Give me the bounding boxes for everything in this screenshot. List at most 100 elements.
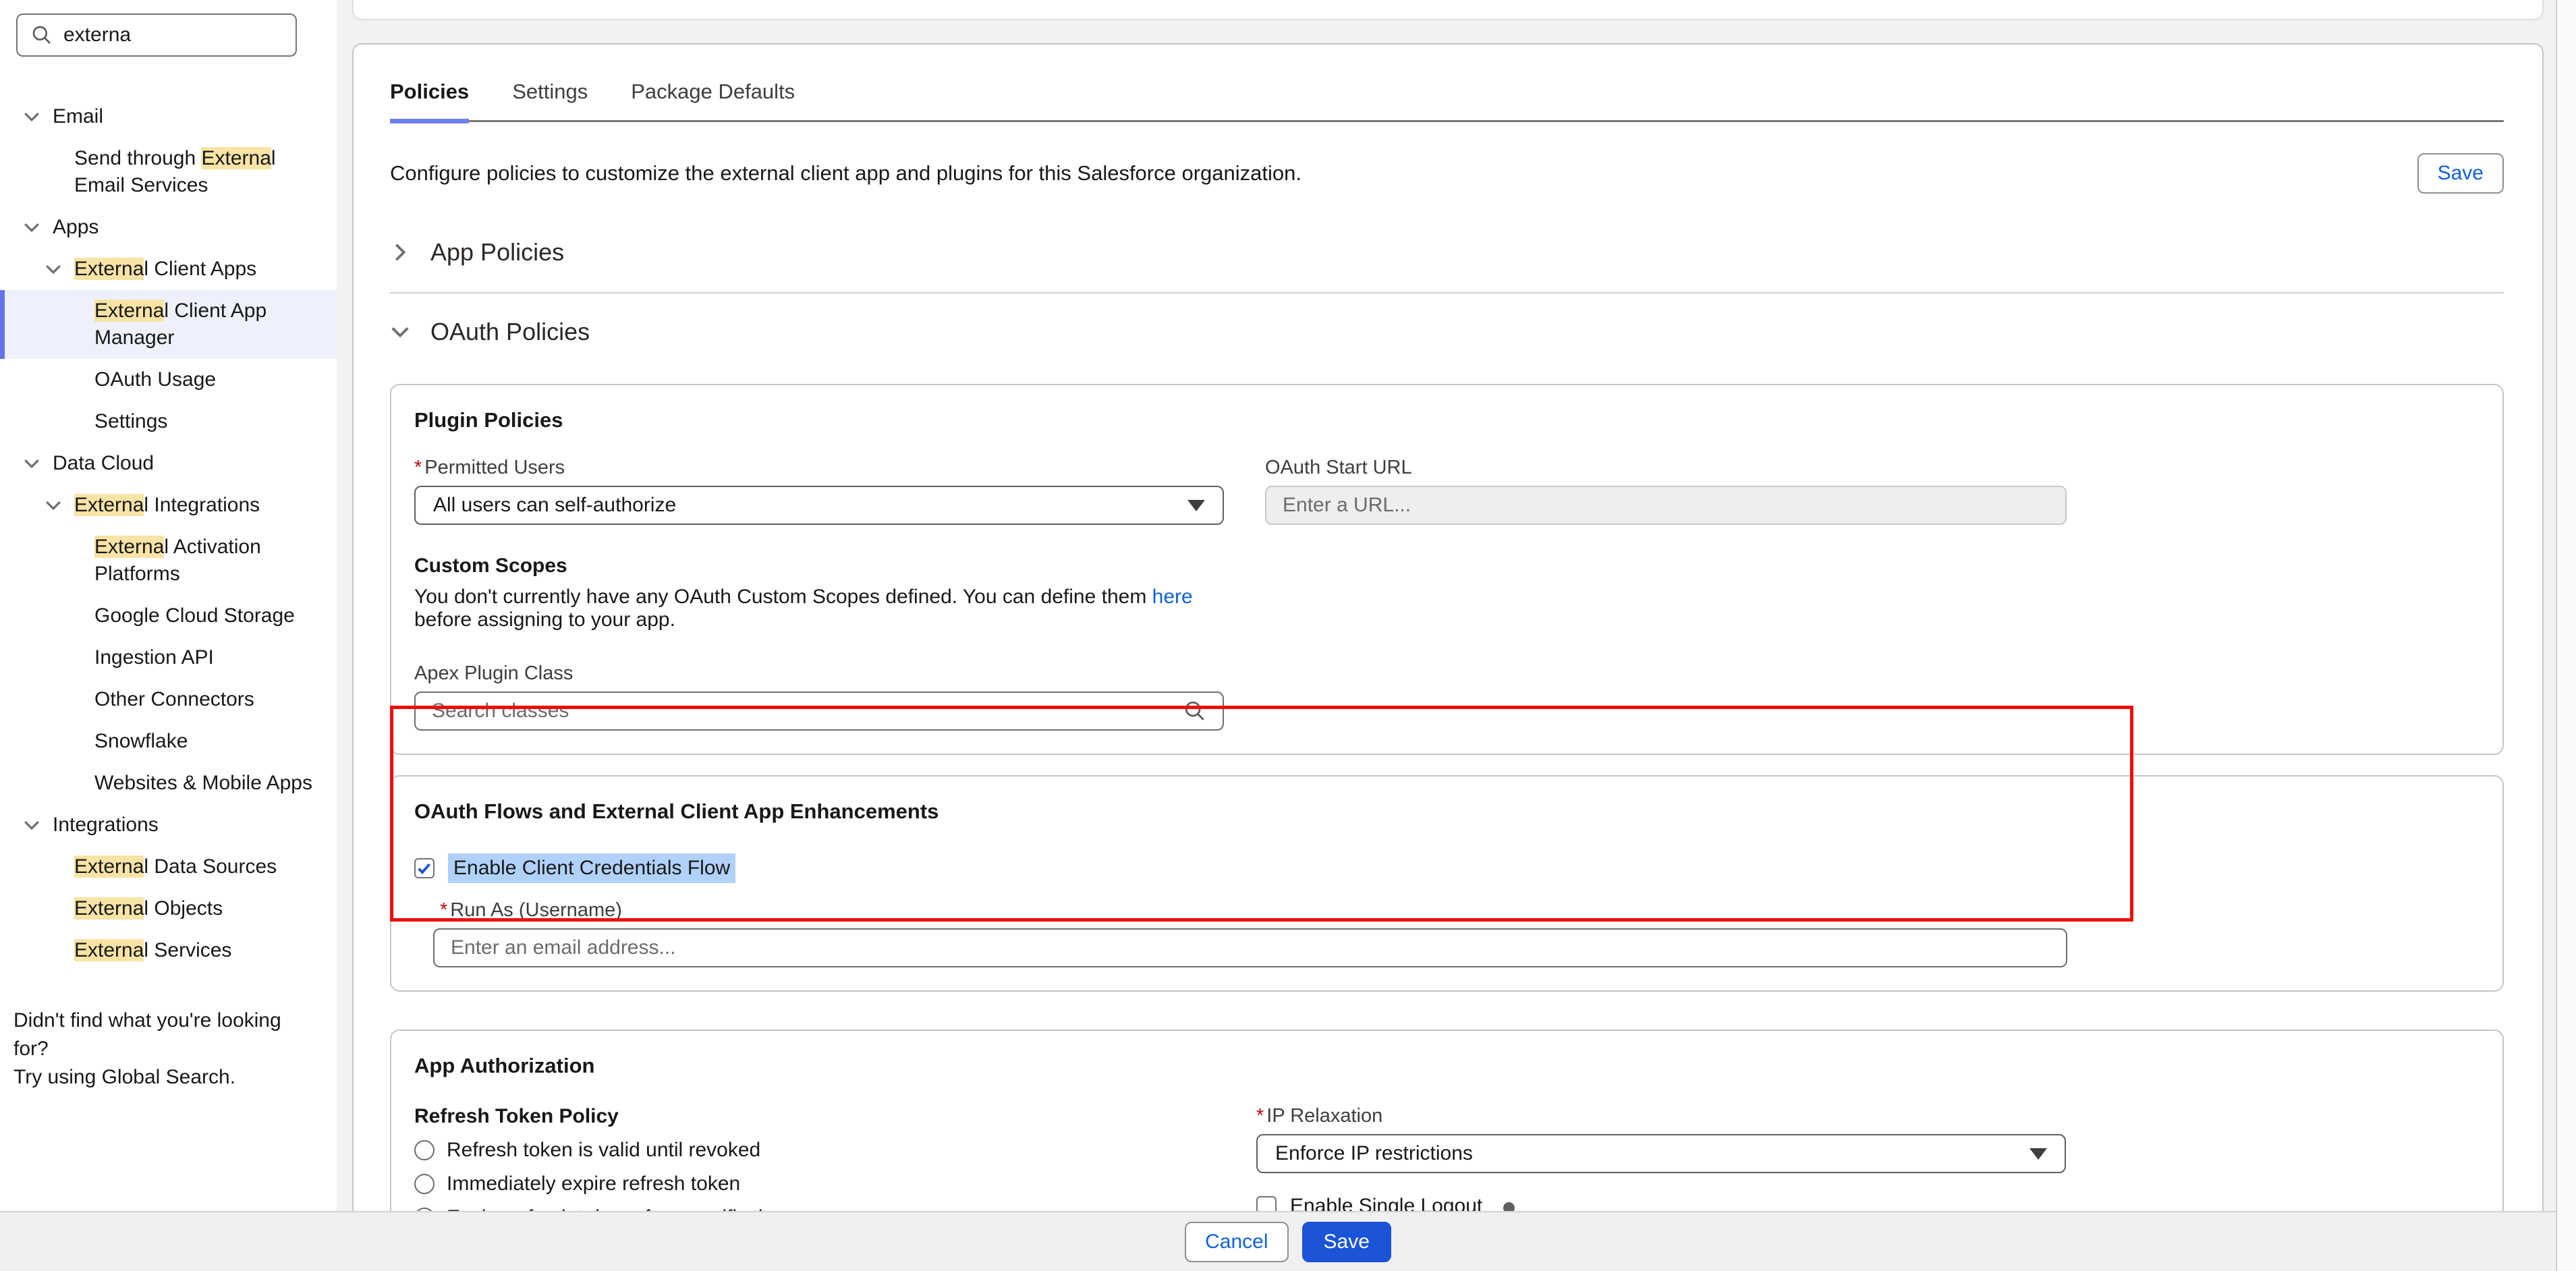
oauth-start-url-input: [1283, 494, 1972, 517]
tab-bar: Policies Settings Package Defaults: [390, 45, 2504, 122]
nav-label: Apps: [53, 214, 99, 241]
permitted-users-label: * Permitted Users: [414, 457, 1224, 479]
required-asterisk: *: [1256, 1105, 1264, 1127]
oauth-flows-card: OAuth Flows and External Client App Enha…: [390, 775, 2504, 992]
sidebar-item-other-connectors[interactable]: Other Connectors: [0, 679, 337, 721]
oauth-start-url-field: [1265, 486, 2067, 525]
sidebar-item-external-integrations[interactable]: External Integrations: [0, 484, 337, 526]
radio-valid-until-revoked[interactable]: Refresh token is valid until revoked: [414, 1139, 1224, 1162]
scopes-text-after: before assigning to your app.: [414, 609, 675, 631]
nav-label: External Services: [74, 937, 231, 964]
chevron-down-icon: [45, 497, 62, 514]
search-input[interactable]: [63, 24, 266, 47]
sidebar-item-external-data-sources[interactable]: External Data Sources: [0, 846, 337, 888]
sidebar-item-external-client-apps[interactable]: External Client Apps: [0, 248, 337, 290]
nav-label: External Client App Manager: [94, 298, 327, 351]
chevron-right-icon: [390, 242, 410, 262]
required-asterisk: *: [414, 457, 422, 479]
header-card-cutoff: [352, 0, 2544, 20]
nav-label: Google Cloud Storage: [94, 602, 295, 629]
refresh-token-policy-label: Refresh Token Policy: [414, 1105, 1224, 1128]
sidebar-item-external-services[interactable]: External Services: [0, 930, 337, 971]
nav-label: Other Connectors: [94, 686, 254, 713]
sidebar-item-external-activation-platforms[interactable]: External Activation Platforms: [0, 526, 337, 595]
oauth-start-url-label: OAuth Start URL: [1265, 457, 2067, 479]
selected-value: Enforce IP restrictions: [1275, 1142, 1473, 1165]
run-as-field: [433, 928, 2067, 967]
search-icon: [1183, 700, 1206, 723]
sidebar-item-oauth-usage[interactable]: OAuth Usage: [0, 359, 337, 401]
enable-ccf-checkbox[interactable]: [414, 858, 435, 878]
sidebar-item-external-objects[interactable]: External Objects: [0, 888, 337, 930]
chevron-down-icon: [390, 322, 410, 342]
chevron-down-icon: [23, 816, 40, 834]
dropdown-arrow-icon: [1187, 500, 1205, 511]
setup-sidebar: Email Send through External Email Servic…: [0, 0, 337, 1271]
ip-relaxation-select[interactable]: Enforce IP restrictions: [1256, 1134, 2066, 1173]
chevron-down-icon: [23, 455, 40, 472]
nav-label: Snowflake: [94, 728, 188, 755]
save-button[interactable]: Save: [1302, 1222, 1391, 1262]
define-scopes-link[interactable]: here: [1152, 586, 1193, 608]
nav-label: Send through External Email Services: [74, 145, 327, 199]
nav-label: External Client Apps: [74, 256, 256, 283]
nav-label: OAuth Usage: [94, 366, 216, 393]
page-description: Configure policies to customize the exte…: [390, 161, 1301, 186]
main-panel: Policies Settings Package Defaults Confi…: [352, 43, 2544, 1271]
sidebar-item-websites-mobile-apps[interactable]: Websites & Mobile Apps: [0, 762, 337, 804]
nav-label: Settings: [94, 408, 167, 435]
sidebar-item-email[interactable]: Email: [0, 96, 337, 138]
tab-settings[interactable]: Settings: [512, 80, 588, 120]
nav-label: External Activation Platforms: [94, 534, 327, 588]
ip-relaxation-label: * IP Relaxation: [1256, 1105, 2066, 1127]
save-button-top[interactable]: Save: [2417, 153, 2504, 194]
required-asterisk: *: [440, 899, 447, 922]
section-oauth-policies[interactable]: OAuth Policies: [390, 318, 2504, 346]
sidebar-item-snowflake[interactable]: Snowflake: [0, 721, 337, 762]
plugin-policies-card: Plugin Policies * Permitted Users All us…: [390, 384, 2504, 755]
dropdown-arrow-icon: [2029, 1148, 2047, 1160]
docked-footer: Cancel Save: [0, 1211, 2576, 1271]
scopes-text-before: You don't currently have any OAuth Custo…: [414, 586, 1152, 608]
sidebar-item-send-through-external-email-services[interactable]: Send through External Email Services: [0, 138, 337, 206]
section-app-policies[interactable]: App Policies: [390, 238, 2504, 266]
card-title: OAuth Flows and External Client App Enha…: [414, 799, 2480, 824]
checkmark-icon: [416, 860, 432, 876]
card-title: Plugin Policies: [414, 408, 2480, 432]
sidebar-item-data-cloud[interactable]: Data Cloud: [0, 443, 337, 484]
nav-label: Integrations: [53, 812, 159, 839]
permitted-users-select[interactable]: All users can self-authorize: [414, 486, 1224, 525]
nav-label: Ingestion API: [94, 644, 214, 671]
nav-label: External Integrations: [74, 492, 260, 519]
quick-find-search[interactable]: [16, 13, 297, 57]
radio-label: Immediately expire refresh token: [447, 1173, 740, 1195]
sidebar-item-ingestion-api[interactable]: Ingestion API: [0, 637, 337, 679]
apex-class-search-input[interactable]: [432, 700, 1129, 723]
run-as-label: * Run As (Username): [440, 899, 2480, 922]
sidebar-item-external-client-app-manager[interactable]: External Client App Manager: [0, 290, 337, 359]
sidebar-item-google-cloud-storage[interactable]: Google Cloud Storage: [0, 595, 337, 637]
sidebar-item-apps[interactable]: Apps: [0, 206, 337, 248]
chevron-down-icon: [23, 219, 40, 236]
radio-immediately-expire[interactable]: Immediately expire refresh token: [414, 1173, 1224, 1195]
search-icon: [31, 24, 53, 46]
scrollbar[interactable]: [2556, 0, 2576, 1271]
nav-label: Websites & Mobile Apps: [94, 770, 312, 797]
card-title: App Authorization: [414, 1054, 2480, 1078]
global-search-hint: Didn't find what you're looking for? Try…: [13, 1007, 320, 1092]
custom-scopes-text: You don't currently have any OAuth Custo…: [414, 586, 1224, 631]
nav-label: External Objects: [74, 895, 223, 922]
section-label: OAuth Policies: [430, 318, 590, 346]
chevron-down-icon: [45, 260, 62, 278]
chevron-down-icon: [23, 108, 40, 125]
sidebar-item-settings[interactable]: Settings: [0, 401, 337, 443]
section-label: App Policies: [430, 238, 564, 266]
cancel-button[interactable]: Cancel: [1185, 1222, 1288, 1262]
enable-ccf-label[interactable]: Enable Client Credentials Flow: [448, 853, 735, 883]
tab-policies[interactable]: Policies: [390, 80, 469, 120]
sidebar-item-integrations[interactable]: Integrations: [0, 804, 337, 846]
run-as-input[interactable]: [451, 936, 1890, 959]
tab-package-defaults[interactable]: Package Defaults: [631, 80, 795, 120]
radio-label: Refresh token is valid until revoked: [447, 1139, 760, 1162]
radio-icon: [414, 1174, 435, 1194]
